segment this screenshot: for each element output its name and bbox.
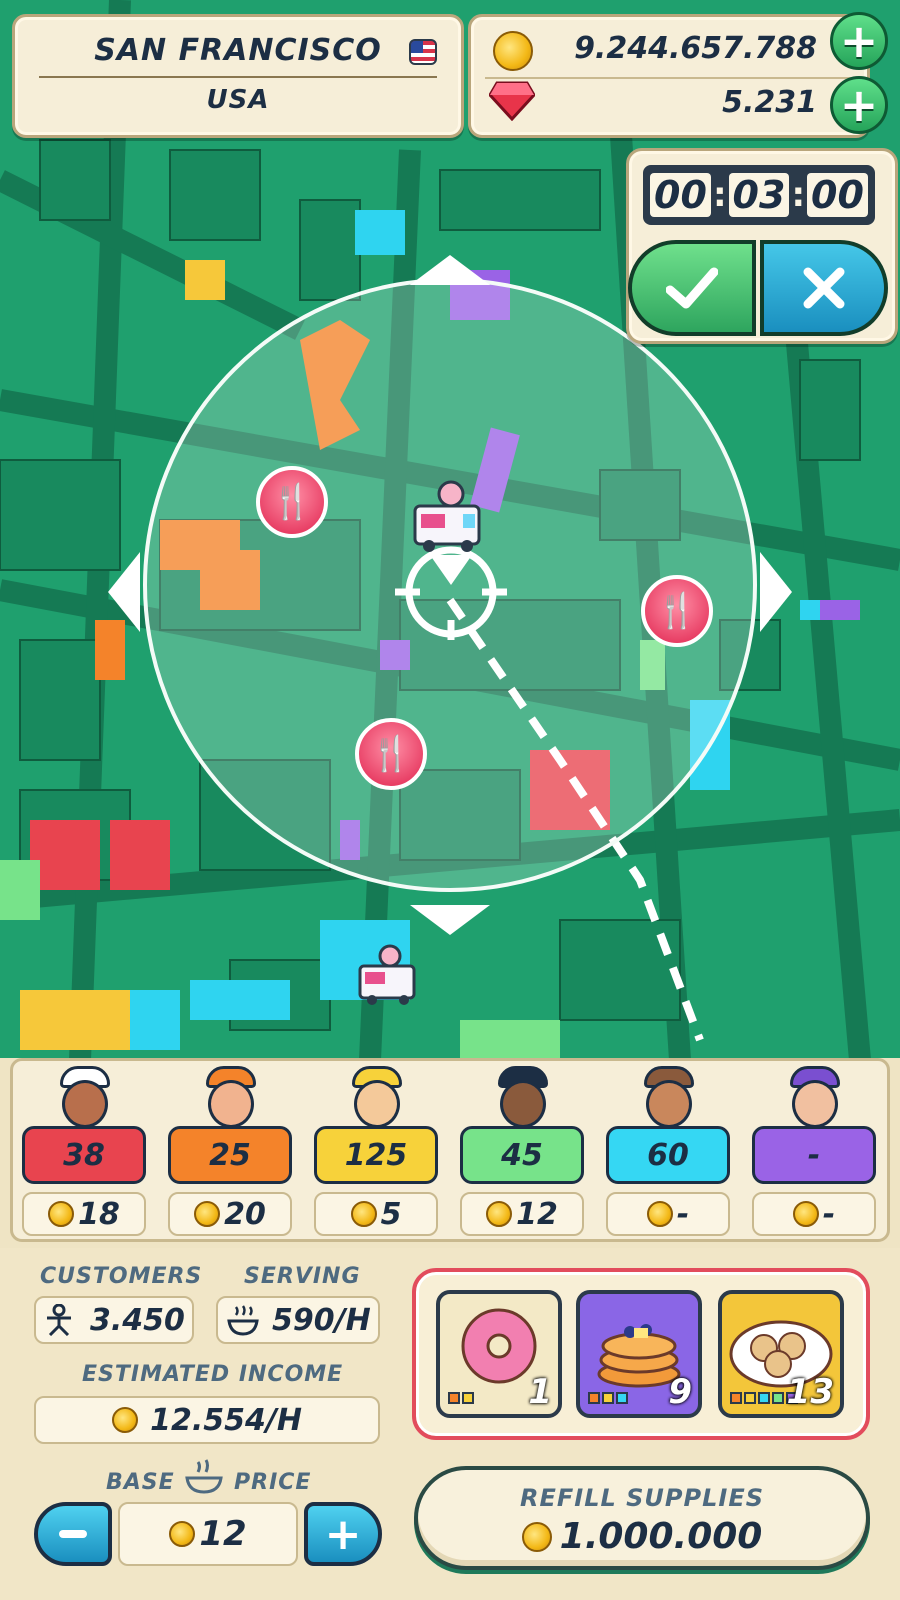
cancel-button[interactable]: [760, 240, 888, 336]
timer-hours: 00: [650, 173, 711, 217]
minus-icon: [59, 1530, 87, 1538]
serving-box: 590/H: [216, 1296, 380, 1344]
restaurant-pin-2[interactable]: 🍴: [641, 575, 713, 647]
location-panel: SAN FRANCISCO USA: [12, 14, 464, 138]
coin-icon: [48, 1201, 75, 1227]
add-coins-button[interactable]: +: [830, 12, 888, 70]
food-supply-card[interactable]: 1: [436, 1290, 562, 1418]
character-avatar: [52, 1062, 118, 1132]
character-price: -: [606, 1192, 730, 1236]
restaurant-pin-3[interactable]: 🍴: [355, 718, 427, 790]
coin-icon: [194, 1201, 221, 1227]
price-value: 12: [199, 1514, 247, 1554]
base-label: BASE: [106, 1470, 175, 1495]
character-count: 60: [606, 1126, 730, 1184]
coin-icon: [646, 1201, 673, 1227]
close-icon: [803, 267, 845, 309]
price-label: PRICE: [234, 1470, 312, 1495]
serving-value: 590/H: [272, 1302, 371, 1338]
timer-display: 00 : 03 : 00: [643, 165, 875, 225]
refill-cost-value: 1.000.000: [559, 1516, 763, 1557]
food-level-dots: [448, 1392, 474, 1404]
customers-label: CUSTOMERS: [40, 1264, 203, 1289]
country-name: USA: [206, 85, 270, 115]
character-count: 38: [22, 1126, 146, 1184]
character-price-value: 12: [516, 1196, 558, 1232]
character-price-value: -: [822, 1196, 836, 1232]
character-price: 18: [22, 1192, 146, 1236]
character-avatar: [198, 1062, 264, 1132]
city-name: SAN FRANCISCO: [94, 33, 382, 68]
character-count: 45: [460, 1126, 584, 1184]
timer-minutes: 03: [728, 173, 790, 217]
income-box: 12.554/ H: [34, 1396, 380, 1444]
gem-icon: [489, 81, 535, 121]
coin-icon: [792, 1201, 819, 1227]
decrease-price-button[interactable]: [34, 1502, 112, 1566]
confirm-button[interactable]: [628, 240, 756, 336]
character-avatar: [636, 1062, 702, 1132]
character-count: -: [752, 1126, 876, 1184]
refill-label: REFILL SUPPLIES: [520, 1484, 764, 1512]
character-price: 12: [460, 1192, 584, 1236]
serving-label: SERVING: [244, 1264, 361, 1289]
refill-cost: 1.000.000: [418, 1516, 866, 1557]
checkmark-icon: [666, 267, 718, 309]
food-count: 1: [528, 1372, 552, 1412]
bowl-icon: [185, 1459, 223, 1494]
character-price-value: 20: [224, 1196, 266, 1232]
character-price-value: -: [676, 1196, 690, 1232]
customers-value: 3.450: [90, 1302, 185, 1338]
income-label: ESTIMATED INCOME: [82, 1362, 344, 1387]
coin-icon: [521, 1521, 552, 1552]
food-supply-card[interactable]: 13: [718, 1290, 844, 1418]
food-count: 9: [668, 1372, 692, 1412]
customers-box: 3.450: [34, 1296, 194, 1344]
restaurant-pin-1[interactable]: 🍴: [256, 466, 328, 538]
food-level-dots: [588, 1392, 628, 1404]
character-price-value: 5: [380, 1196, 402, 1232]
timer-separator: :: [791, 175, 806, 215]
divider: [485, 77, 853, 79]
character-count: 25: [168, 1126, 292, 1184]
coin-icon: [486, 1201, 513, 1227]
price-box: 12: [118, 1502, 298, 1566]
coin-icon: [350, 1201, 377, 1227]
income-value: 12.554/: [150, 1402, 277, 1438]
character-price-value: 18: [78, 1196, 120, 1232]
food-count: 13: [786, 1372, 834, 1412]
character-price: 20: [168, 1192, 292, 1236]
timer-separator: :: [712, 175, 727, 215]
food-supply-card[interactable]: 9: [576, 1290, 702, 1418]
refill-supplies-button[interactable]: REFILL SUPPLIES 1.000.000: [414, 1466, 870, 1570]
coin-icon: [112, 1407, 139, 1433]
coin-icon: [169, 1521, 196, 1547]
us-flag-icon: [409, 39, 437, 65]
character-count: 125: [314, 1126, 438, 1184]
add-gems-button[interactable]: +: [830, 76, 888, 134]
coin-balance: 9.244.657.788: [574, 31, 817, 66]
timer-seconds: 00: [807, 173, 868, 217]
character-price: -: [752, 1192, 876, 1236]
character-avatar: [490, 1062, 556, 1132]
divider: [39, 76, 437, 78]
currency-panel: 9.244.657.788 5.231: [468, 14, 870, 138]
character-avatar: [782, 1062, 848, 1132]
increase-price-button[interactable]: +: [304, 1502, 382, 1566]
character-price: 5: [314, 1192, 438, 1236]
character-avatar: [344, 1062, 410, 1132]
person-icon: [47, 1304, 71, 1336]
gem-balance: 5.231: [722, 85, 817, 120]
coin-icon: [493, 31, 533, 71]
income-unit: H: [276, 1402, 302, 1438]
bowl-icon: [227, 1305, 259, 1336]
